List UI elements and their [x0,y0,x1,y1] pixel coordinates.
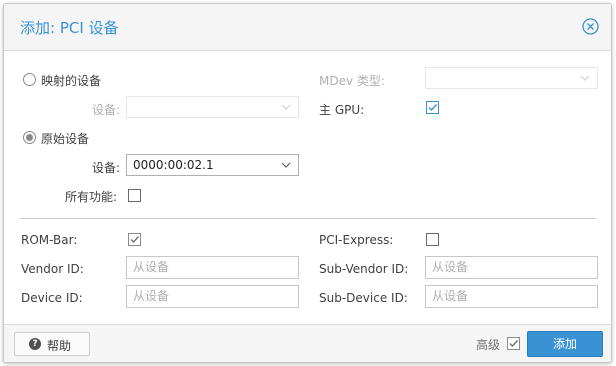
vendor-id-placeholder: 从设备 [133,260,170,274]
check-icon [130,236,140,244]
dialog-title: 添加: PCI 设备 [20,19,119,37]
raw-device-select[interactable]: 0000:00:02.1 [126,154,299,176]
question-icon: ? [29,338,41,350]
all-functions-label: 所有功能: [65,190,118,204]
add-button[interactable]: 添加 [527,331,603,357]
check-icon [509,340,519,348]
sub-device-id-placeholder: 从设备 [432,289,469,303]
help-button-label: 帮助 [47,339,72,353]
mapped-device-field-label: 设备: [92,103,121,117]
raw-device-value: 0000:00:02.1 [133,158,214,172]
device-id-input[interactable]: 从设备 [126,285,299,308]
primary-gpu-label: 主 GPU: [319,103,365,117]
dialog-footer: ? 帮助 高级 添加 [4,324,611,362]
pcie-checkbox[interactable] [426,233,439,246]
advanced-label: 高级 [476,338,501,352]
advanced-checkbox[interactable] [507,337,520,350]
sub-device-id-input[interactable]: 从设备 [425,285,598,308]
vendor-id-label: Vendor ID: [21,262,84,276]
raw-device-radio[interactable] [23,131,36,144]
sub-vendor-id-placeholder: 从设备 [432,260,469,274]
mdev-type-label: MDev 类型: [319,74,385,88]
all-functions-checkbox[interactable] [128,189,141,202]
chevron-down-icon [281,104,291,110]
rombar-label: ROM-Bar: [21,233,78,247]
sub-vendor-id-input[interactable]: 从设备 [425,256,598,279]
chevron-down-icon [281,162,291,168]
sub-device-id-label: Sub-Device ID: [319,291,408,305]
add-pci-device-dialog: 添加: PCI 设备 映射的设备 设备: 原始设备 设备: 0000:00:02… [3,3,612,363]
vendor-id-input[interactable]: 从设备 [126,256,299,279]
chevron-down-icon [580,75,590,81]
raw-device-label: 原始设备 [41,132,90,146]
mdev-type-select [425,67,598,89]
sub-vendor-id-label: Sub-Vendor ID: [319,262,409,276]
raw-device-field-label: 设备: [92,161,121,175]
check-icon [428,104,438,112]
mapped-device-radio[interactable] [23,73,36,86]
primary-gpu-checkbox[interactable] [426,101,439,114]
pcie-label: PCI-Express: [319,233,394,247]
mapped-device-select [126,96,299,118]
device-id-placeholder: 从设备 [133,289,170,303]
mapped-device-label: 映射的设备 [41,74,102,88]
device-id-label: Device ID: [21,291,83,305]
close-icon[interactable] [582,18,599,35]
section-divider [20,218,596,219]
dialog-header: 添加: PCI 设备 [4,4,611,51]
help-button[interactable]: ? 帮助 [14,332,90,356]
rombar-checkbox[interactable] [128,233,141,246]
